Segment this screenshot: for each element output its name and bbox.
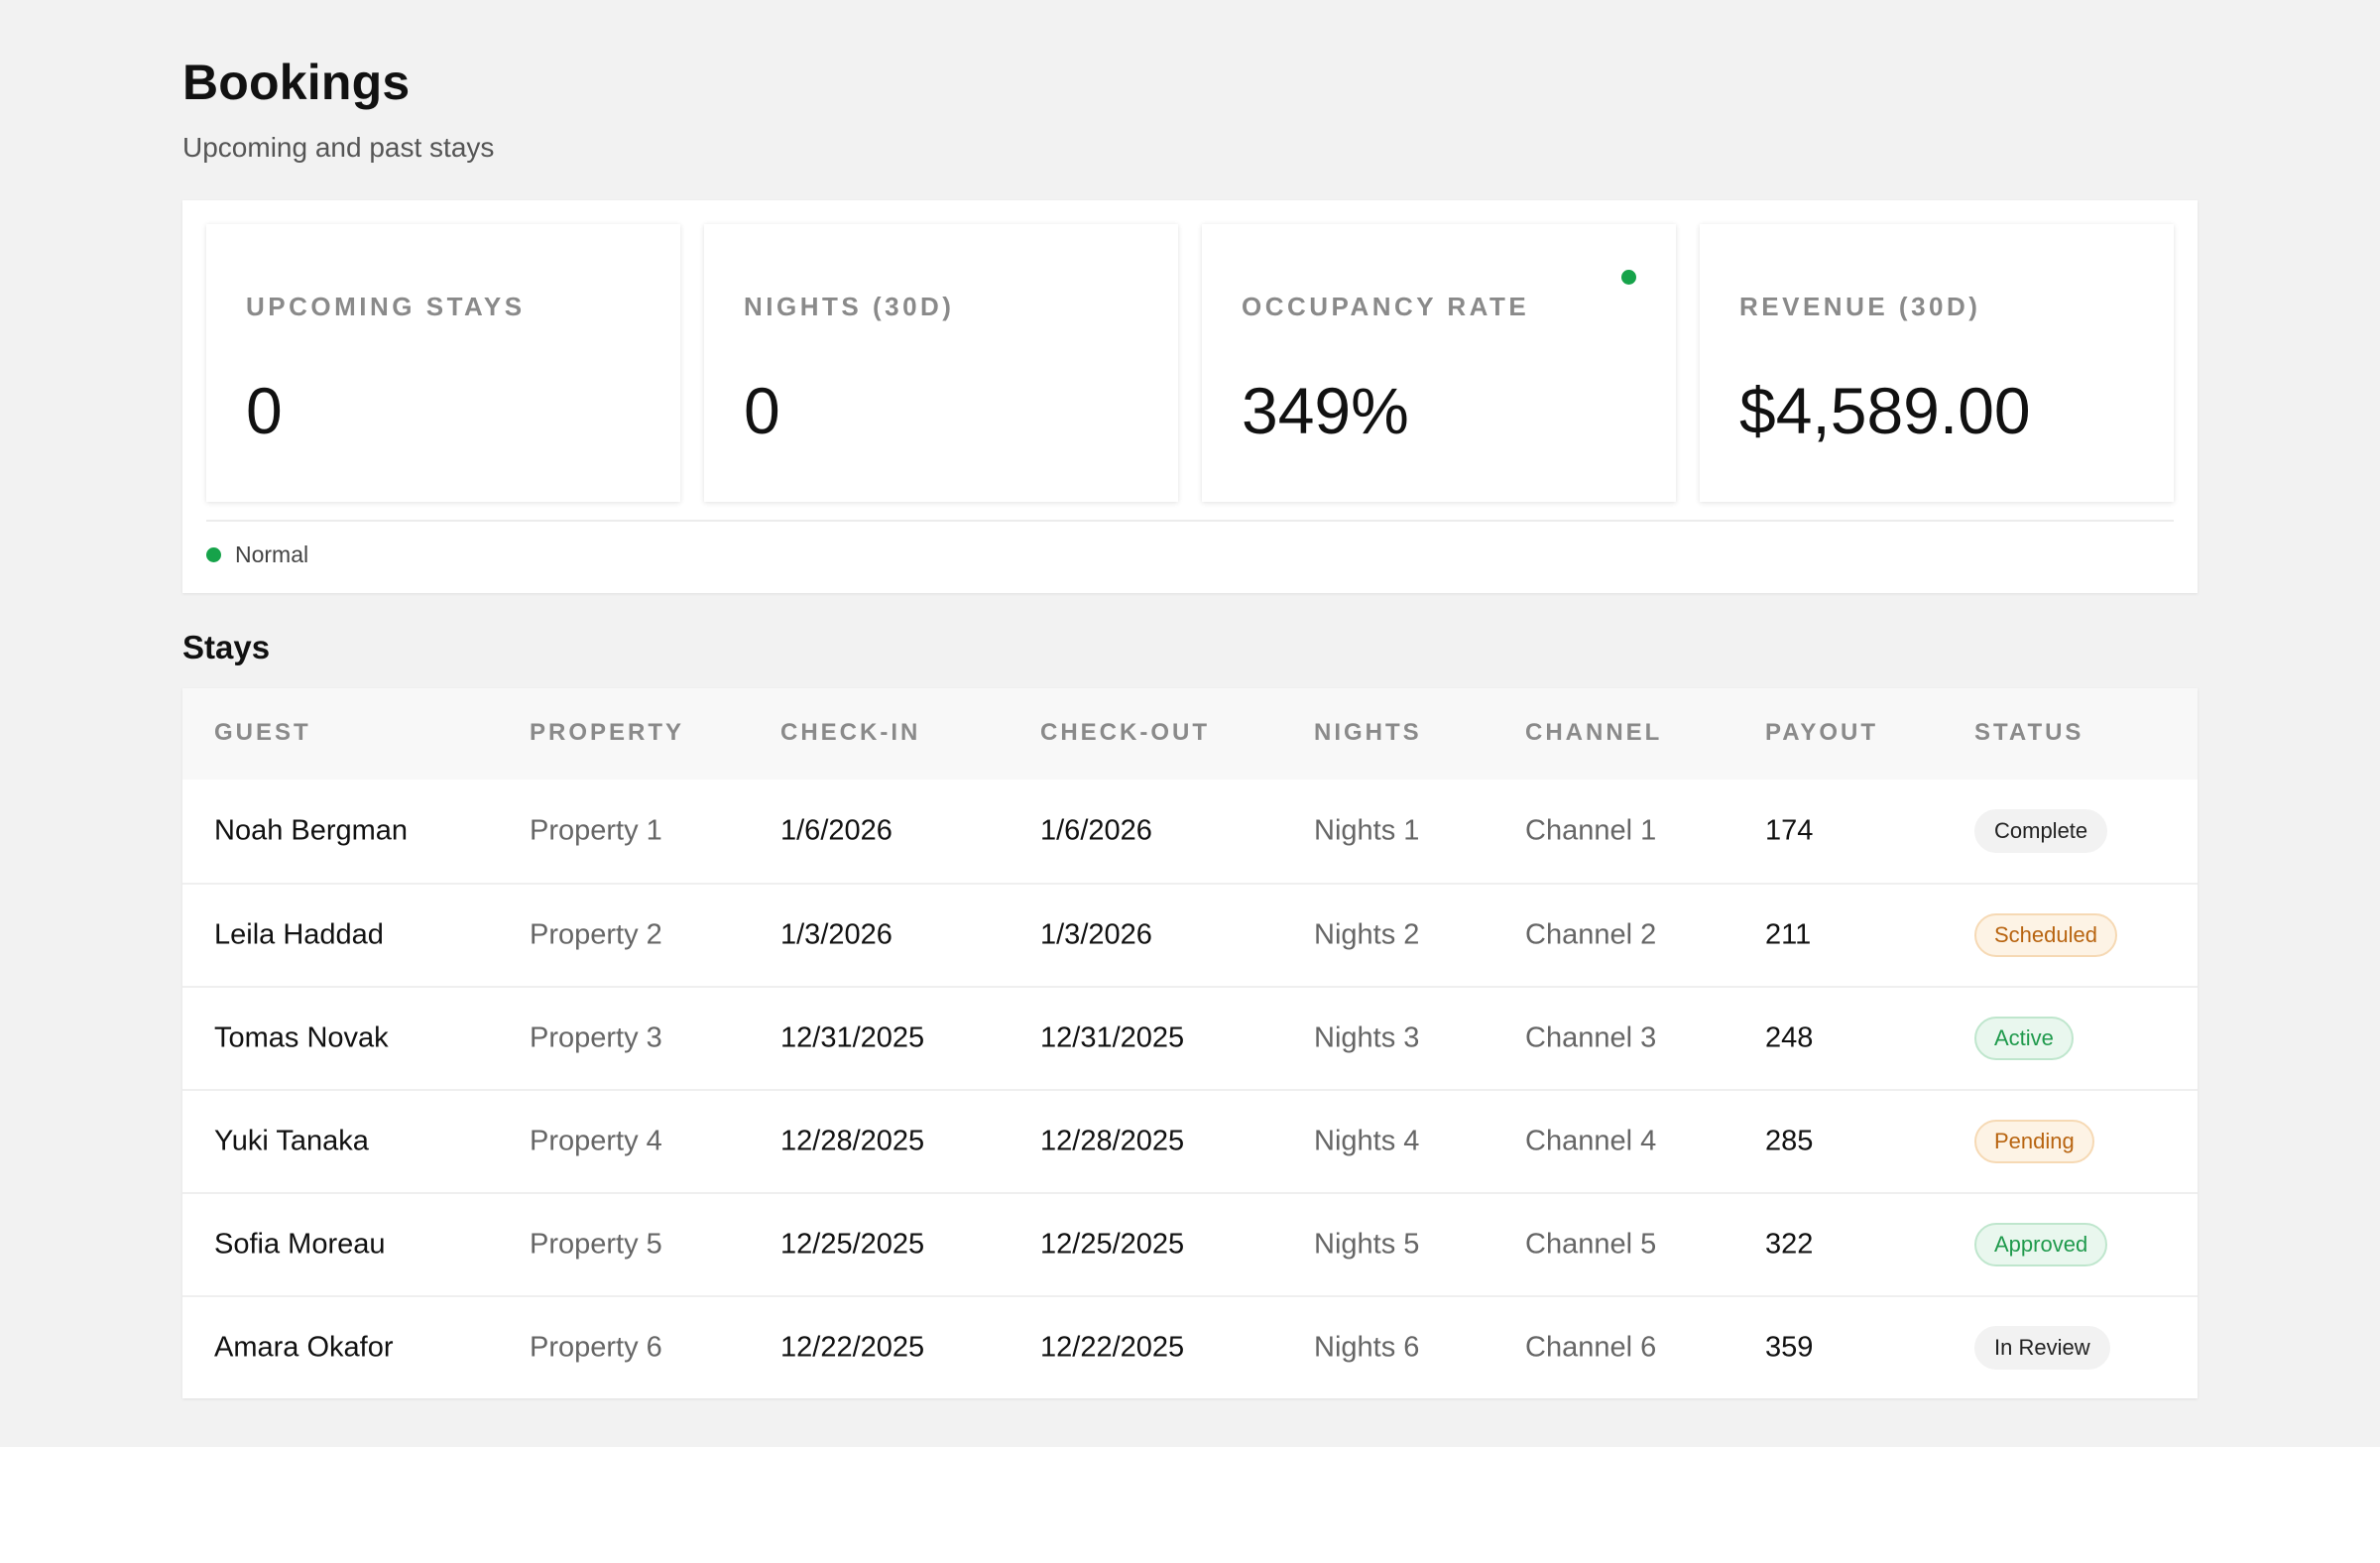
stat-value: 0 [246,374,283,447]
table-row[interactable]: Noah Bergman Property 1 1/6/2026 1/6/2026 Ni… [182,780,2198,883]
cell-channel: Channel 6 [1525,1331,1657,1364]
cell-payout: 174 [1765,814,1814,847]
column-header-nights[interactable]: NIGHTS [1314,719,1422,747]
column-header-status[interactable]: STATUS [1974,719,2083,747]
table-row[interactable]: Sofia Moreau Property 5 12/25/2025 12/25/20… [182,1192,2198,1295]
cell-channel: Channel 1 [1525,814,1657,847]
table-row[interactable]: Tomas Novak Property 3 12/31/2025 12/31/202… [182,986,2198,1089]
cell-property: Property 5 [530,1228,662,1261]
section-title: Stays [182,629,271,665]
cell-guest: Yuki Tanaka [214,1125,369,1157]
table-row[interactable]: Leila Haddad Property 2 1/3/2026 1/3/2026 Ni… [182,883,2198,986]
status-badge: Approved [1974,1223,2108,1266]
cell-nights: Nights 3 [1314,1022,1420,1054]
stat-value: 349% [1242,374,1409,447]
cell-property: Property 4 [530,1125,662,1157]
cell-guest: Tomas Novak [214,1022,389,1054]
stat-label: UPCOMING STAYS [246,292,526,321]
cell-nights: Nights 4 [1314,1125,1420,1157]
cell-check-out: 12/31/2025 [1040,1022,1185,1054]
status-dot-icon [1621,270,1636,285]
cell-check-out: 12/28/2025 [1040,1125,1185,1157]
cell-property: Property 6 [530,1331,662,1364]
cell-check-in: 12/22/2025 [780,1331,925,1364]
column-header-payout[interactable]: PAYOUT [1765,719,1878,747]
page-title: Bookings [182,55,411,110]
cell-check-out: 1/6/2026 [1040,814,1152,847]
cell-nights: Nights 2 [1314,918,1420,951]
cell-payout: 359 [1765,1331,1814,1364]
cell-guest: Leila Haddad [214,918,384,951]
column-header-channel[interactable]: CHANNEL [1525,719,1662,747]
cell-check-out: 12/25/2025 [1040,1228,1185,1261]
status-badge: Scheduled [1974,913,2117,957]
page-subtitle: Upcoming and past stays [182,132,495,163]
cell-check-in: 12/31/2025 [780,1022,925,1054]
column-header-check-out[interactable]: CHECK-OUT [1040,719,1210,747]
legend-label: Normal [235,541,309,567]
stats-panel: UPCOMING STAYS 0 NIGHTS (30D) 0 OCCUPANC… [182,200,2198,593]
cell-check-out: 1/3/2026 [1040,918,1152,951]
column-header-guest[interactable]: GUEST [214,719,311,747]
stats-divider [206,520,2174,522]
cell-check-out: 12/22/2025 [1040,1331,1185,1364]
cell-channel: Channel 5 [1525,1228,1657,1261]
cell-check-in: 1/3/2026 [780,918,892,951]
cell-guest: Noah Bergman [214,814,409,847]
stat-value: $4,589.00 [1739,374,2031,447]
cell-guest: Sofia Moreau [214,1228,386,1261]
status-badge: In Review [1974,1326,2110,1370]
cell-channel: Channel 2 [1525,918,1657,951]
cell-guest: Amara Okafor [214,1331,394,1364]
table-header: GUEST PROPERTY CHECK-IN CHECK-OUT NIGHTS… [182,688,2198,780]
cell-check-in: 1/6/2026 [780,814,892,847]
cell-channel: Channel 3 [1525,1022,1657,1054]
stat-card-nights-30d: NIGHTS (30D) 0 [704,224,1178,502]
status-badge: Complete [1974,809,2108,853]
stat-card-revenue-30d: REVENUE (30D) $4,589.00 [1700,224,2174,502]
cell-payout: 285 [1765,1125,1814,1157]
cell-payout: 322 [1765,1228,1814,1261]
stat-label: OCCUPANCY RATE [1242,292,1530,321]
stat-value: 0 [744,374,780,447]
column-header-check-in[interactable]: CHECK-IN [780,719,920,747]
cell-property: Property 1 [530,814,662,847]
cell-property: Property 2 [530,918,662,951]
status-badge: Pending [1974,1120,2094,1163]
column-header-property[interactable]: PROPERTY [530,719,684,747]
cell-nights: Nights 5 [1314,1228,1420,1261]
stays-table: GUEST PROPERTY CHECK-IN CHECK-OUT NIGHTS… [182,688,2198,1398]
cell-payout: 248 [1765,1022,1814,1054]
status-dot-icon [206,546,221,562]
table-row[interactable]: Amara Okafor Property 6 12/22/2025 12/22/20… [182,1295,2198,1398]
stat-card-occupancy-rate: OCCUPANCY RATE 349% [1202,224,1676,502]
cell-property: Property 3 [530,1022,662,1054]
cell-check-in: 12/28/2025 [780,1125,925,1157]
stat-card-upcoming-stays: UPCOMING STAYS 0 [206,224,680,502]
cell-nights: Nights 1 [1314,814,1420,847]
cell-channel: Channel 4 [1525,1125,1657,1157]
status-legend: Normal [206,538,308,571]
cell-nights: Nights 6 [1314,1331,1420,1364]
stat-label: NIGHTS (30D) [744,292,955,321]
table-row[interactable]: Yuki Tanaka Property 4 12/28/2025 12/28/202… [182,1089,2198,1192]
cell-check-in: 12/25/2025 [780,1228,925,1261]
status-badge: Active [1974,1017,2074,1060]
cell-payout: 211 [1765,918,1812,951]
stat-label: REVENUE (30D) [1739,292,1981,321]
